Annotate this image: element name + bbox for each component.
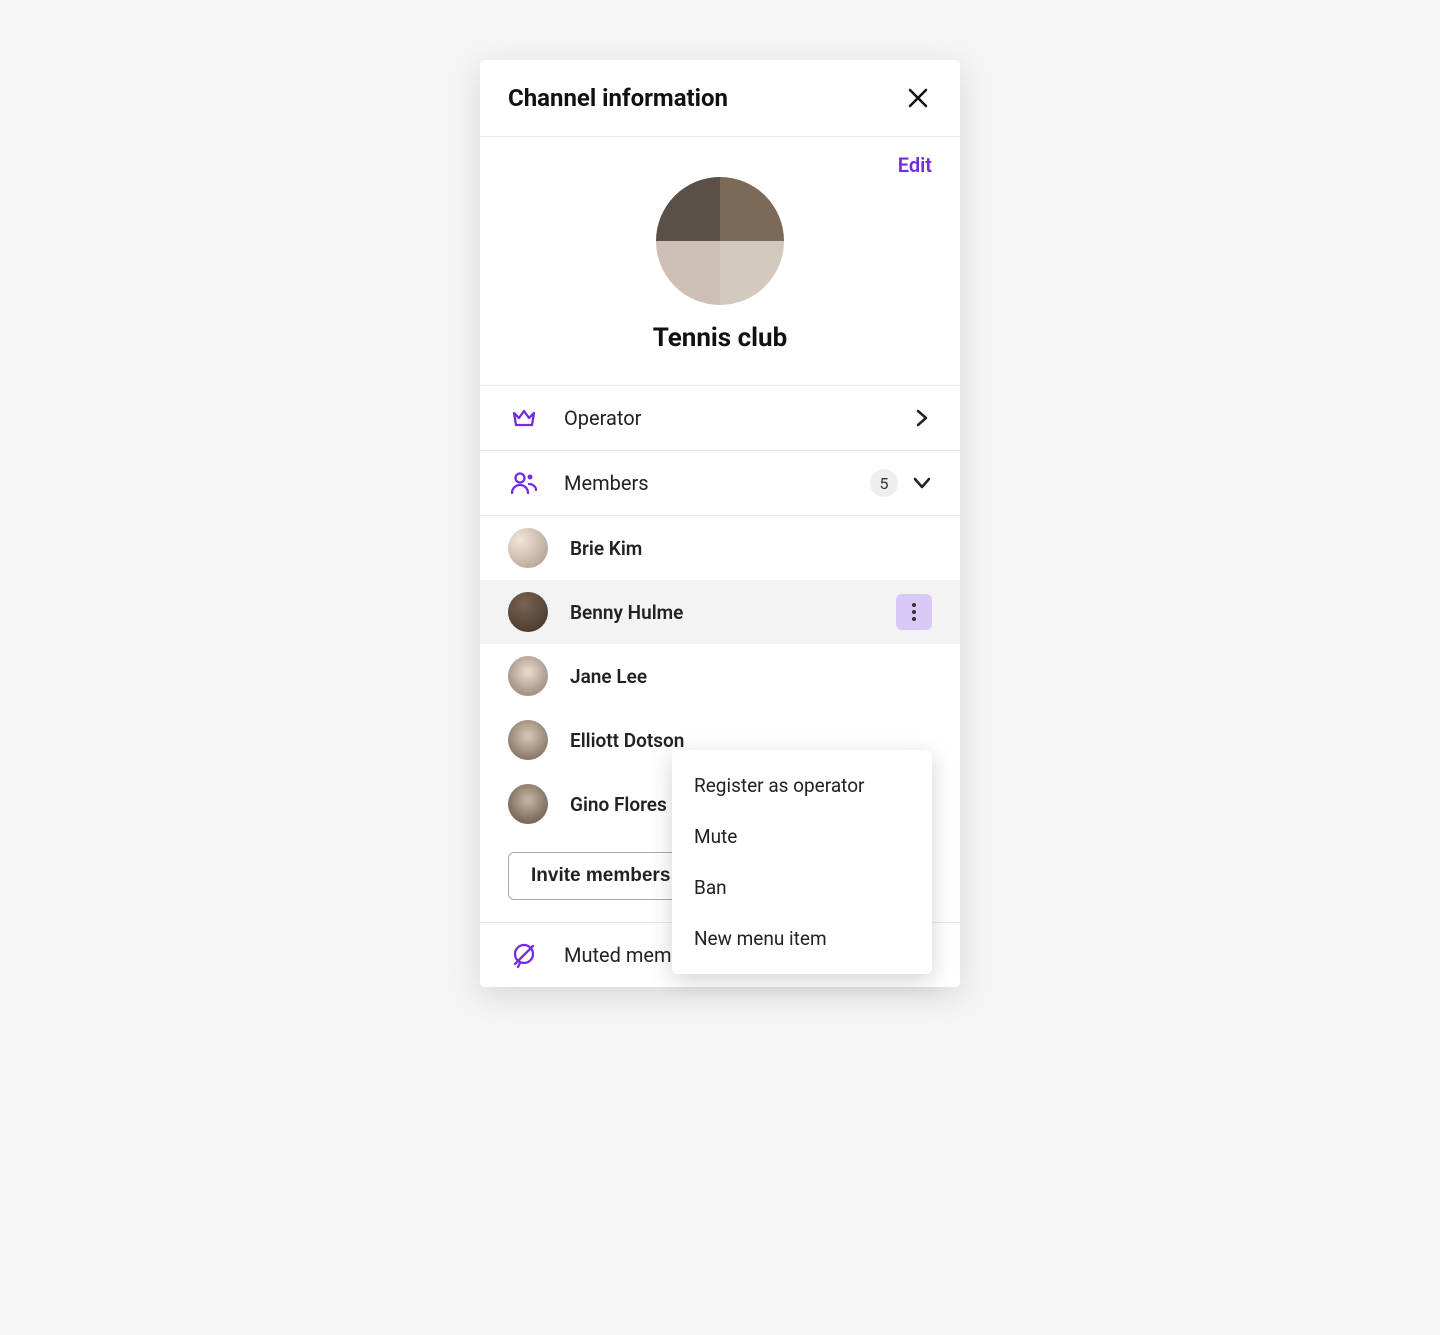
- member-avatar: [508, 592, 548, 632]
- section-operator[interactable]: Operator: [480, 386, 960, 451]
- close-icon: [907, 87, 929, 109]
- member-actions-dropdown: Register as operator Mute Ban New menu i…: [672, 750, 932, 974]
- dropdown-item-new-menu-item[interactable]: New menu item: [672, 913, 932, 964]
- channel-name: Tennis club: [653, 323, 787, 353]
- muted-icon: [508, 941, 540, 969]
- dropdown-item-register-operator[interactable]: Register as operator: [672, 760, 932, 811]
- section-operator-label: Operator: [564, 406, 912, 430]
- panel-title: Channel information: [508, 84, 728, 112]
- close-button[interactable]: [904, 84, 932, 112]
- member-avatar: [508, 784, 548, 824]
- chevron-right-icon: [912, 408, 932, 428]
- avatar-quad-3: [656, 241, 720, 305]
- channel-avatar: [656, 177, 784, 305]
- section-members[interactable]: Members 5: [480, 451, 960, 516]
- avatar-quad-1: [656, 177, 720, 241]
- member-row[interactable]: Benny Hulme: [480, 580, 960, 644]
- members-count-badge: 5: [870, 469, 898, 497]
- members-icon: [508, 469, 540, 497]
- channel-hero: Tennis club: [480, 177, 960, 386]
- channel-info-panel: Channel information Edit Tennis club Ope…: [480, 60, 960, 987]
- member-row[interactable]: Brie Kim: [480, 516, 960, 580]
- avatar-quad-4: [720, 241, 784, 305]
- panel-header: Channel information: [480, 60, 960, 137]
- edit-link[interactable]: Edit: [898, 153, 932, 177]
- dropdown-item-ban[interactable]: Ban: [672, 862, 932, 913]
- member-name: Benny Hulme: [570, 601, 896, 624]
- chevron-down-icon: [912, 473, 932, 493]
- member-name: Jane Lee: [570, 665, 932, 688]
- member-avatar: [508, 528, 548, 568]
- member-name: Brie Kim: [570, 537, 932, 560]
- member-name: Elliott Dotson: [570, 729, 932, 752]
- section-members-label: Members: [564, 471, 870, 495]
- avatar-quad-2: [720, 177, 784, 241]
- edit-row: Edit: [480, 137, 960, 177]
- dropdown-item-mute[interactable]: Mute: [672, 811, 932, 862]
- invite-members-button[interactable]: Invite members: [508, 852, 693, 900]
- more-button[interactable]: [896, 594, 932, 630]
- more-icon: [912, 603, 916, 607]
- crown-icon: [508, 404, 540, 432]
- member-row[interactable]: Jane Lee: [480, 644, 960, 708]
- member-avatar: [508, 720, 548, 760]
- member-avatar: [508, 656, 548, 696]
